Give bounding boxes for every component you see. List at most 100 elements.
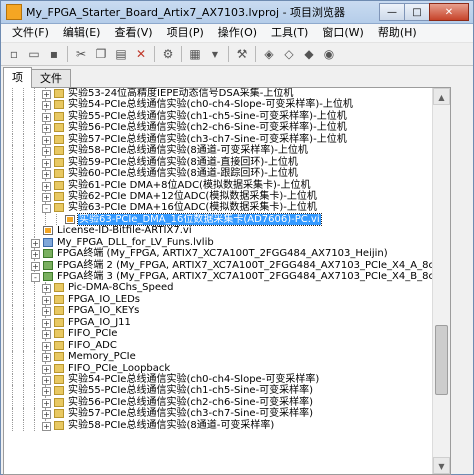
expand-icon[interactable]: + — [42, 124, 51, 134]
menu-window[interactable]: 窗口(W) — [315, 25, 370, 41]
menu-project[interactable]: 项目(P) — [160, 25, 211, 41]
tab-items[interactable]: 项 — [3, 67, 32, 88]
collapse-icon[interactable]: - — [31, 273, 40, 282]
tree-row[interactable]: + FPGA终端 2 (My_FPGA, ARTIX7_XC7A100T_2FGG… — [4, 259, 450, 271]
expand-icon[interactable]: + — [42, 410, 51, 420]
tree-row[interactable]: + 实验58-PCIe总线通信实验(8通道-可变采样率)-上位机 — [4, 145, 450, 157]
expand-icon[interactable]: + — [42, 387, 51, 397]
tree-row[interactable]: + 实验62-PCIe DMA+12位ADC(模拟数据采集卡)-上位机 — [4, 190, 450, 203]
expand-icon[interactable]: + — [42, 318, 51, 328]
tab-files[interactable]: 文件 — [31, 69, 71, 88]
expand-icon[interactable]: + — [42, 341, 51, 351]
new-icon[interactable]: ▫ — [5, 45, 23, 63]
menu-edit[interactable]: 编辑(E) — [56, 25, 108, 41]
tree-row[interactable]: + 实验53-24位高精度IEPE动态信号DSA采集-上位机 — [4, 88, 450, 100]
expand-icon[interactable]: + — [42, 90, 51, 99]
expand-icon[interactable]: + — [42, 147, 51, 157]
tree-row[interactable]: + 实验55-PCIe总线通信实验(ch1-ch5-Sine-可变采样率) — [4, 385, 450, 397]
tree-guide-line — [34, 408, 35, 420]
expand-icon[interactable]: + — [42, 192, 51, 202]
collapse-icon[interactable]: - — [42, 204, 51, 214]
expand-icon[interactable]: + — [42, 158, 51, 168]
expand-icon[interactable]: + — [42, 170, 51, 180]
tree-row[interactable]: + FPGA_IO_KEYs — [4, 305, 450, 317]
tree-row[interactable]: + Memory_PCIe — [4, 351, 450, 363]
expand-icon[interactable]: + — [42, 295, 51, 305]
open-icon[interactable]: ▭ — [25, 45, 43, 63]
dropdown-icon[interactable]: ▼ — [206, 45, 224, 63]
tree-row[interactable]: + 实验58-PCIe总线通信实验(8通道-可变采样率) — [4, 419, 450, 432]
cut-icon[interactable]: ✂ — [72, 45, 90, 63]
scroll-thumb[interactable] — [435, 324, 448, 396]
tree-row[interactable]: + 实验60-PCIe总线通信实验(8通道-跟踪回环)-上位机 — [4, 168, 450, 180]
menu-file[interactable]: 文件(F) — [5, 25, 56, 41]
tree-row[interactable]: + FPGA_IO_J11 — [4, 316, 450, 329]
tree-row[interactable]: + FIFO_ADC — [4, 339, 450, 352]
tree-row[interactable]: + FIFO_PCIe_Loopback — [4, 362, 450, 374]
tree-item-label: FIFO_PCIe_Loopback — [68, 362, 171, 374]
tree-row[interactable]: + 实验57-PCIe总线通信实验(ch3-ch7-Sine-可变采样率) — [4, 408, 450, 420]
expand-icon[interactable]: + — [42, 375, 51, 385]
expand-icon[interactable]: + — [42, 135, 51, 145]
folder-icon — [54, 352, 64, 362]
tree-row[interactable]: + FPGA_IO_LEDs — [4, 293, 450, 306]
tree-row[interactable]: - FPGA终端 3 (My_FPGA, ARTIX7_XC7A100T_2FGG… — [4, 271, 450, 283]
tree-row[interactable]: - 实验63-PCIe DMA+16位ADC(模拟数据采集卡)-上位机 — [4, 202, 450, 214]
expand-icon[interactable]: + — [42, 101, 51, 111]
view-icon[interactable]: ▦ — [186, 45, 204, 63]
expand-icon[interactable]: + — [31, 250, 40, 260]
tool-b-icon[interactable]: ◇ — [280, 45, 298, 63]
vertical-scrollbar[interactable]: ▲ ▼ — [432, 88, 450, 474]
tool-a-icon[interactable]: ◈ — [260, 45, 278, 63]
tree-row[interactable]: + 实验57-PCIe总线通信实验(ch3-ch7-Sine-可变采样率)-上位机 — [4, 133, 450, 146]
tree-guide-line — [12, 202, 13, 214]
menu-help[interactable]: 帮助(H) — [371, 25, 424, 41]
expand-icon[interactable]: + — [31, 238, 40, 248]
minimize-button[interactable]: — — [379, 3, 405, 21]
build-icon[interactable]: ⚒ — [233, 45, 251, 63]
expand-icon[interactable]: + — [42, 364, 51, 374]
tree-guide-line — [12, 156, 13, 169]
maximize-button[interactable]: □ — [404, 3, 430, 21]
tree-row[interactable]: + 实验56-PCIe总线通信实验(ch2-ch6-Sine-可变采样率)-上位机 — [4, 122, 450, 134]
expand-icon[interactable]: + — [42, 307, 51, 317]
tree-row[interactable]: License-ID-Bitfile-ARTIX7.vi — [4, 225, 450, 237]
expand-icon[interactable]: + — [42, 284, 51, 294]
copy-icon[interactable]: ❐ — [92, 45, 110, 63]
expand-icon[interactable]: + — [42, 353, 51, 363]
tree-row[interactable]: + FPGA终端 (My_FPGA, ARTIX7_XC7A100T_2FGG48… — [4, 248, 450, 260]
tree-row[interactable]: + FIFO_PCIe — [4, 328, 450, 340]
save-icon[interactable]: ▪ — [45, 45, 63, 63]
close-button[interactable]: ✕ — [429, 3, 469, 21]
tree-row[interactable]: + Pic-DMA-8Chs_Speed — [4, 282, 450, 294]
tree-item-label: 实验54-PCIe总线通信实验(ch0-ch4-Slope-可变采样率) — [68, 373, 320, 385]
expand-icon[interactable]: + — [42, 181, 51, 191]
tool-d-icon[interactable]: ◉ — [320, 45, 338, 63]
expand-icon[interactable]: + — [42, 330, 51, 340]
expand-icon[interactable]: + — [42, 112, 51, 122]
tree-item-label: My_FPGA_DLL_for_LV_Funs.lvlib — [57, 236, 214, 248]
tree-row[interactable]: + 实验55-PCIe总线通信实验(ch1-ch5-Sine-可变采样率)-上位机 — [4, 110, 450, 123]
scroll-down-arrow[interactable]: ▼ — [433, 457, 450, 474]
menu-operate[interactable]: 操作(O) — [211, 25, 264, 41]
tree-row[interactable]: 实验63-PCIe_DMA_16位数据采集卡(AD7606)-PC.vi — [4, 212, 450, 227]
tool-c-icon[interactable]: ◆ — [300, 45, 318, 63]
title-bar[interactable]: My_FPGA_Starter_Board_Artix7_AX7103.lvpr… — [1, 1, 473, 24]
expand-icon[interactable]: + — [31, 261, 40, 271]
expand-icon[interactable]: + — [42, 398, 51, 408]
menu-tools[interactable]: 工具(T) — [264, 25, 315, 41]
paste-icon[interactable]: ▤ — [112, 45, 130, 63]
scroll-up-arrow[interactable]: ▲ — [433, 88, 450, 105]
tree-row[interactable]: + My_FPGA_DLL_for_LV_Funs.lvlib — [4, 236, 450, 249]
tree-row[interactable]: + 实验54-PCIe总线通信实验(ch0-ch4-Slope-可变采样率)-上位… — [4, 99, 450, 111]
tree-row[interactable]: + 实验56-PCIe总线通信实验(ch2-ch6-Sine-可变采样率) — [4, 396, 450, 409]
expand-icon[interactable]: + — [42, 421, 51, 431]
menu-view[interactable]: 查看(V) — [107, 25, 159, 41]
tree-row[interactable]: + 实验61-PCIe DMA+8位ADC(模拟数据采集卡)-上位机 — [4, 179, 450, 191]
fpga-icon — [43, 249, 53, 259]
tree-guide-line — [23, 316, 24, 329]
delete-icon[interactable]: ✕ — [132, 45, 150, 63]
tree-row[interactable]: + 实验54-PCIe总线通信实验(ch0-ch4-Slope-可变采样率) — [4, 373, 450, 386]
tree-row[interactable]: + 实验59-PCIe总线通信实验(8通道-直接回环)-上位机 — [4, 156, 450, 169]
settings-icon[interactable]: ⚙ — [159, 45, 177, 63]
